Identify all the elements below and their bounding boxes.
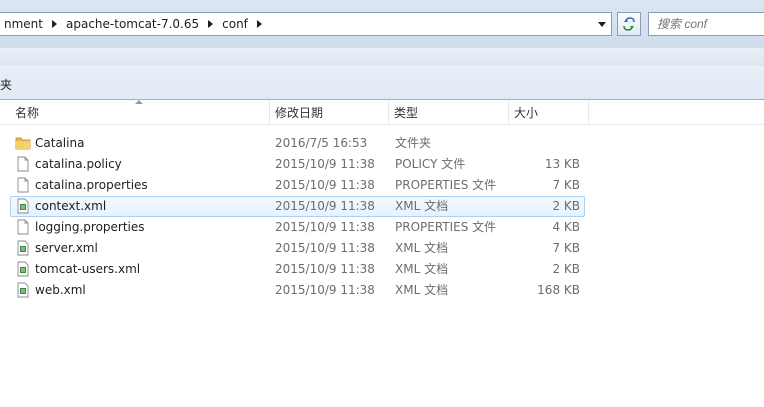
file-type: XML 文档 — [395, 241, 449, 255]
refresh-button[interactable] — [617, 12, 641, 36]
file-icon — [17, 156, 29, 172]
column-date-label: 修改日期 — [275, 106, 324, 120]
file-row-context-xml[interactable]: context.xml 2015/10/9 11:38 XML 文档 2 KB — [10, 196, 585, 217]
xml-file-icon — [17, 240, 29, 256]
file-size: 2 KB — [552, 262, 580, 276]
navigation-bar: nment apache-tomcat-7.0.65 conf — [0, 0, 764, 48]
file-name: catalina.policy — [35, 157, 122, 171]
file-type: 文件夹 — [395, 136, 432, 150]
sort-ascending-icon — [135, 100, 143, 104]
breadcrumb-arrow-icon[interactable] — [52, 20, 57, 28]
menu-strip — [0, 48, 764, 66]
file-size: 168 KB — [537, 283, 580, 297]
column-header: 名称 修改日期 类型 大小 — [0, 100, 764, 125]
column-size[interactable]: 大小 — [509, 100, 589, 124]
file-name: context.xml — [35, 199, 107, 213]
file-date: 2015/10/9 11:38 — [275, 157, 375, 171]
file-name: web.xml — [35, 283, 86, 297]
file-date: 2015/10/9 11:38 — [275, 178, 375, 192]
file-row-catalina-policy[interactable]: catalina.policy 2015/10/9 11:38 POLICY 文… — [10, 154, 585, 175]
file-size: 13 KB — [544, 157, 580, 171]
breadcrumb-item[interactable]: apache-tomcat-7.0.65 — [62, 17, 203, 31]
file-row-catalina-properties[interactable]: catalina.properties 2015/10/9 11:38 PROP… — [10, 175, 585, 196]
file-type: XML 文档 — [395, 283, 449, 297]
file-type: PROPERTIES 文件 — [395, 220, 497, 234]
file-row-server-xml[interactable]: server.xml 2015/10/9 11:38 XML 文档 7 KB — [10, 238, 585, 259]
address-dropdown-icon[interactable] — [595, 17, 609, 31]
file-icon — [17, 219, 29, 235]
file-size: 2 KB — [552, 199, 580, 213]
column-type[interactable]: 类型 — [389, 100, 509, 124]
breadcrumb-arrow-icon[interactable] — [256, 20, 262, 28]
file-name: server.xml — [35, 241, 98, 255]
address-bar[interactable]: nment apache-tomcat-7.0.65 conf — [0, 12, 612, 36]
xml-file-icon — [17, 198, 29, 214]
file-date: 2016/7/5 16:53 — [275, 136, 368, 150]
file-name: logging.properties — [35, 220, 145, 234]
xml-file-icon — [17, 282, 29, 298]
breadcrumb-arrow-icon[interactable] — [208, 20, 214, 28]
file-name: Catalina — [35, 136, 85, 150]
file-row-tomcat-users-xml[interactable]: tomcat-users.xml 2015/10/9 11:38 XML 文档 … — [10, 259, 585, 280]
breadcrumb-item[interactable]: conf — [218, 17, 252, 31]
xml-file-icon — [17, 261, 29, 277]
breadcrumb-item[interactable]: nment — [0, 17, 47, 31]
column-name-label: 名称 — [15, 106, 40, 120]
file-name: tomcat-users.xml — [35, 262, 141, 276]
file-row-web-xml[interactable]: web.xml 2015/10/9 11:38 XML 文档 168 KB — [10, 280, 585, 301]
file-row-catalina[interactable]: Catalina 2016/7/5 16:53 文件夹 — [10, 133, 585, 154]
file-size: 7 KB — [552, 241, 580, 255]
file-date: 2015/10/9 11:38 — [275, 220, 375, 234]
file-size: 4 KB — [552, 220, 580, 234]
file-type: POLICY 文件 — [395, 157, 466, 171]
file-icon — [17, 177, 29, 193]
refresh-icon — [623, 17, 635, 31]
file-name: catalina.properties — [35, 178, 148, 192]
toolbar-item[interactable]: 夹 — [0, 76, 12, 93]
file-date: 2015/10/9 11:38 — [275, 241, 375, 255]
column-date[interactable]: 修改日期 — [270, 100, 389, 124]
file-row-logging-properties[interactable]: logging.properties 2015/10/9 11:38 PROPE… — [10, 217, 585, 238]
file-size: 7 KB — [552, 178, 580, 192]
file-type: XML 文档 — [395, 262, 449, 276]
column-type-label: 类型 — [394, 106, 419, 120]
file-date: 2015/10/9 11:38 — [275, 283, 375, 297]
folder-icon — [15, 137, 31, 150]
search-input[interactable] — [648, 12, 764, 36]
file-date: 2015/10/9 11:38 — [275, 199, 375, 213]
column-size-label: 大小 — [514, 106, 539, 120]
file-size — [500, 133, 580, 154]
file-type: PROPERTIES 文件 — [395, 178, 497, 192]
file-date: 2015/10/9 11:38 — [275, 262, 375, 276]
file-type: XML 文档 — [395, 199, 449, 213]
